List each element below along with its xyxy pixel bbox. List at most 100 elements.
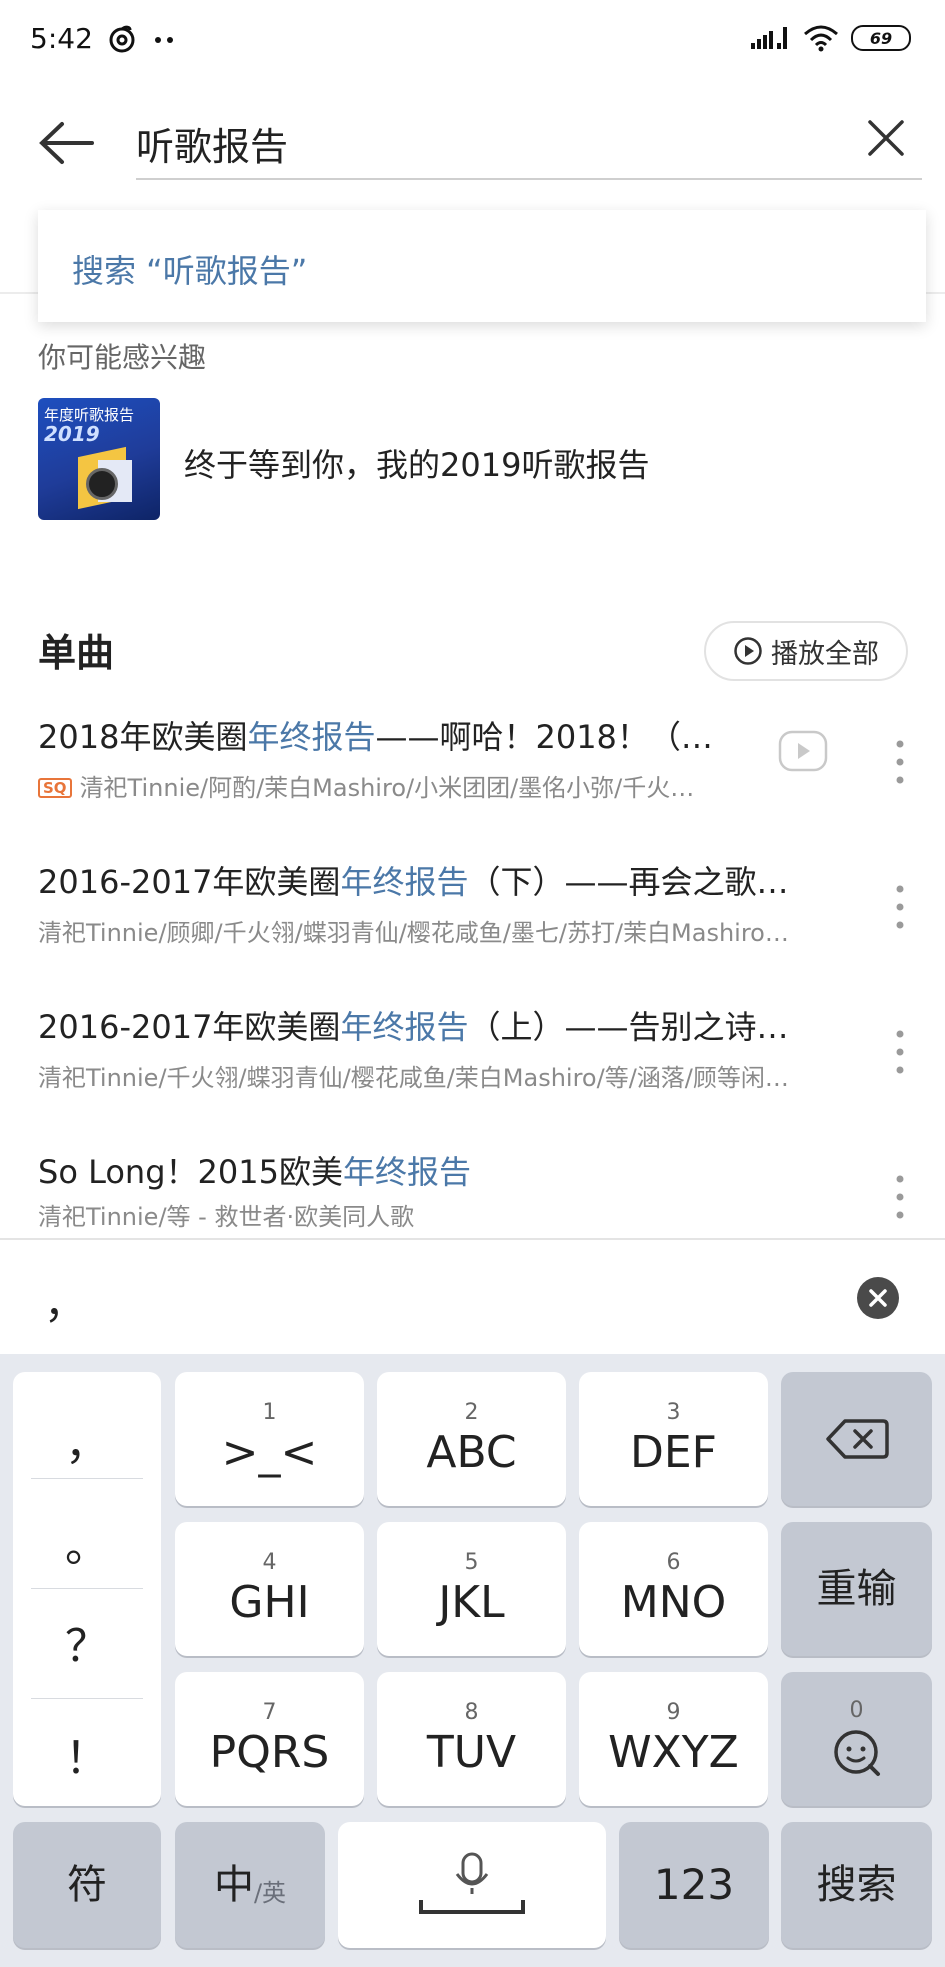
song-title-highlight: 年终报告: [340, 1008, 469, 1046]
play-all-button[interactable]: 播放全部: [704, 621, 908, 681]
key-9[interactable]: 9 WXYZ: [579, 1672, 768, 1806]
punct-divider: [31, 1698, 143, 1699]
song-subtitle: 清祀Tinnie/等 - 救世者·欧美同人歌: [38, 1197, 848, 1232]
mv-play-icon[interactable]: [778, 730, 828, 772]
key-label: 重输: [816, 1566, 897, 1612]
song-title-highlight: 年终报告: [340, 863, 469, 901]
key-number: 3: [666, 1400, 681, 1425]
key-3[interactable]: 3 DEF: [579, 1372, 768, 1506]
retype-key[interactable]: 重输: [781, 1522, 932, 1656]
punct-key-exclaim[interactable]: ！: [13, 1722, 161, 1786]
punctuation-column: ， 。 ？ ！: [13, 1372, 161, 1806]
language-toggle-key[interactable]: 中 /英: [175, 1822, 325, 1948]
microphone-icon: [419, 1852, 525, 1914]
candidate-divider: [0, 1238, 945, 1240]
key-label: DEF: [630, 1427, 717, 1478]
key-label: PQRS: [209, 1727, 330, 1778]
emoji-icon: [833, 1730, 880, 1776]
punct-divider: [31, 1588, 143, 1589]
key-6[interactable]: 6 MNO: [579, 1522, 768, 1656]
song-title-text: 2016-2017年欧美圈: [38, 863, 341, 901]
netease-cloud-music-icon: [109, 25, 135, 53]
key-number: 7: [262, 1700, 277, 1725]
close-candidates-icon[interactable]: [856, 1276, 900, 1320]
numbers-key[interactable]: 123: [619, 1822, 769, 1948]
battery-level: 69: [869, 28, 893, 48]
vinyl-disc-icon: [86, 468, 118, 500]
key-8[interactable]: 8 TUV: [377, 1672, 566, 1806]
key-number: 2: [464, 1400, 479, 1425]
search-key[interactable]: 搜索: [781, 1822, 932, 1948]
punct-key-question[interactable]: ？: [13, 1610, 161, 1674]
ime-candidate[interactable]: ，: [44, 1270, 86, 1331]
key-4[interactable]: 4 GHI: [175, 1522, 364, 1656]
song-artists: 清祀Tinnie/千火翎/蝶羽青仙/樱花咸鱼/茉白Mashiro/等/涵落/顾等…: [38, 1064, 789, 1092]
punct-key-comma[interactable]: ，: [13, 1408, 161, 1472]
song-subtitle: SQ 清祀Tinnie/阿酌/茉白Mashiro/小米团团/墨佲小弥/千火…: [38, 768, 848, 803]
song-title: So Long！2015欧美年终报告: [38, 1147, 838, 1193]
section-title-songs: 单曲: [38, 631, 115, 675]
song-artists: 清祀Tinnie/顾卿/千火翎/蝶羽青仙/樱花咸鱼/墨七/苏打/茉白Mashir…: [38, 919, 789, 947]
punct-key-period[interactable]: 。: [13, 1510, 161, 1574]
key-label: ABC: [426, 1427, 517, 1478]
key-number: 1: [262, 1400, 277, 1425]
symbols-key[interactable]: 符: [13, 1822, 161, 1948]
key-label: 中: [213, 1862, 254, 1908]
more-options-icon[interactable]: [892, 1028, 908, 1076]
song-row[interactable]: 2016-2017年欧美圈年终报告（下）——再会之歌… 清祀Tinnie/顾卿/…: [38, 857, 908, 977]
play-all-label: 播放全部: [771, 638, 879, 670]
sq-badge: SQ: [38, 778, 72, 798]
song-title-highlight: 年终报告: [247, 718, 376, 756]
key-label: >_<: [221, 1427, 318, 1478]
key-0[interactable]: 0: [781, 1672, 932, 1806]
song-title: 2018年欧美圈年终报告——啊哈！2018！（…: [38, 712, 798, 758]
space-key[interactable]: [338, 1822, 606, 1948]
interest-label: 你可能感兴趣: [38, 341, 207, 374]
song-title-text: So Long！2015欧美: [38, 1153, 343, 1191]
key-1[interactable]: 1 >_<: [175, 1372, 364, 1506]
song-title-text: （下）——再会之歌…: [468, 863, 789, 901]
key-2[interactable]: 2 ABC: [377, 1372, 566, 1506]
wifi-icon: [804, 25, 838, 52]
keyboard: ， 。 ？ ！ 1 >_< 2 ABC 3 DEF 4 GHI 5 JKL 6 …: [0, 1354, 945, 1967]
key-label: GHI: [229, 1577, 310, 1628]
song-subtitle: 清祀Tinnie/千火翎/蝶羽青仙/樱花咸鱼/茉白Mashiro/等/涵落/顾等…: [38, 1058, 848, 1093]
song-subtitle: 清祀Tinnie/顾卿/千火翎/蝶羽青仙/樱花咸鱼/墨七/苏打/茉白Mashir…: [38, 913, 848, 948]
key-5[interactable]: 5 JKL: [377, 1522, 566, 1656]
promo-thumbnail[interactable]: 年度听歌报告 2019: [38, 398, 160, 520]
key-label: 123: [653, 1860, 735, 1909]
more-options-icon[interactable]: [892, 883, 908, 931]
song-title-text: ——啊哈！2018！（…: [375, 718, 713, 756]
promo-thumb-year: 2019: [44, 422, 100, 446]
song-row[interactable]: 2018年欧美圈年终报告——啊哈！2018！（… SQ 清祀Tinnie/阿酌/茉…: [38, 712, 908, 832]
key-label: TUV: [426, 1727, 517, 1778]
song-row[interactable]: 2016-2017年欧美圈年终报告（上）——告别之诗… 清祀Tinnie/千火翎…: [38, 1002, 908, 1122]
key-7[interactable]: 7 PQRS: [175, 1672, 364, 1806]
back-arrow-icon[interactable]: [38, 118, 96, 168]
song-title-text: 2018年欧美圈: [38, 718, 248, 756]
backspace-key[interactable]: [781, 1372, 932, 1506]
key-number: 0: [849, 1698, 864, 1723]
key-label-secondary: /英: [253, 1878, 287, 1907]
promo-title[interactable]: 终于等到你，我的2019听歌报告: [184, 440, 649, 486]
status-time: 5:42: [30, 22, 93, 55]
signal-icon: [751, 27, 787, 49]
more-options-icon[interactable]: [892, 738, 908, 786]
battery-indicator: 69: [851, 25, 911, 51]
search-suggestion-label: 搜索 “听歌报告”: [72, 252, 308, 290]
song-artists: 清祀Tinnie/阿酌/茉白Mashiro/小米团团/墨佲小弥/千火…: [79, 774, 695, 802]
key-label: JKL: [438, 1577, 505, 1628]
song-title: 2016-2017年欧美圈年终报告（上）——告别之诗…: [38, 1002, 838, 1048]
search-suggestion[interactable]: 搜索 “听歌报告”: [38, 210, 926, 322]
search-input[interactable]: [136, 108, 922, 180]
close-icon[interactable]: [864, 116, 908, 160]
key-number: 4: [262, 1550, 277, 1575]
backspace-icon: [825, 1419, 889, 1459]
more-options-icon[interactable]: [892, 1173, 908, 1221]
key-number: 8: [464, 1700, 479, 1725]
play-circle-icon: [734, 637, 762, 665]
key-number: 9: [666, 1700, 681, 1725]
status-right: 69: [751, 24, 911, 52]
song-title: 2016-2017年欧美圈年终报告（下）——再会之歌…: [38, 857, 838, 903]
more-notifications-icon: [155, 37, 173, 43]
